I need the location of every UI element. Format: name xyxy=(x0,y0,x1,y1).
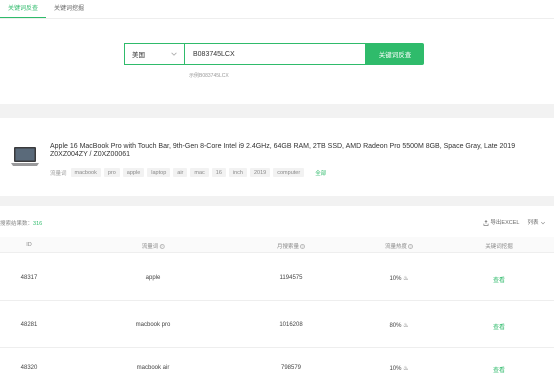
section-divider xyxy=(0,104,554,118)
tag-chip[interactable]: computer xyxy=(273,168,305,177)
col-keyword[interactable]: 流量词? xyxy=(142,242,165,250)
row-heat-value: 10% xyxy=(389,366,402,372)
tags-label: 流量词 xyxy=(50,170,67,177)
result-summary: 搜索结果数：316 xyxy=(0,219,42,227)
row-volume: 1016208 xyxy=(279,322,303,328)
row-keyword[interactable]: apple xyxy=(146,275,161,281)
table-tools: 导出EXCEL 列表 xyxy=(483,218,546,226)
view-link[interactable]: 查看 xyxy=(493,275,505,284)
chevron-down-icon xyxy=(171,52,177,56)
traffic-tags: 流量词 macbook pro apple laptop air mac 16 … xyxy=(50,168,326,177)
row-keyword[interactable]: macbook pro xyxy=(136,322,171,328)
tag-chip[interactable]: 2019 xyxy=(250,168,271,177)
col-heat[interactable]: 流量热度? xyxy=(384,242,414,250)
columns-label: 列表 xyxy=(527,220,539,226)
tab-keyword-mining[interactable]: 关键词挖掘 xyxy=(46,0,92,18)
laptop-icon xyxy=(11,147,39,166)
col-volume[interactable]: 月搜索量? xyxy=(276,242,306,250)
row-volume: 798579 xyxy=(280,365,302,371)
country-select[interactable]: 美国 xyxy=(124,43,184,65)
help-icon[interactable]: ? xyxy=(300,244,306,250)
view-link[interactable]: 查看 xyxy=(493,365,505,374)
flame-icon: ♨ xyxy=(403,323,409,329)
table-header: ID 流量词? 月搜索量? 流量热度? 关键词挖掘 xyxy=(0,237,554,253)
col-heat-label: 流量热度 xyxy=(384,244,408,250)
tag-chip[interactable]: mac xyxy=(190,168,209,177)
row-heat-value: 10% xyxy=(389,276,402,282)
tab-bar: 关键词反查 关键词挖掘 xyxy=(0,0,92,18)
table-row: 48281 macbook pro 1016208 80% ♨ 查看 xyxy=(0,301,554,348)
export-icon xyxy=(483,219,489,226)
tag-chip[interactable]: inch xyxy=(228,168,247,177)
row-id: 48281 xyxy=(20,322,38,328)
col-id[interactable]: ID xyxy=(26,242,32,248)
help-icon[interactable]: ? xyxy=(159,244,165,250)
tag-chip[interactable]: macbook xyxy=(70,168,101,177)
tabs-divider xyxy=(0,18,554,19)
tag-chip[interactable]: pro xyxy=(103,168,120,177)
keyword-reverse-button[interactable]: 关键词反查 xyxy=(366,43,424,65)
export-label: 导出EXCEL xyxy=(490,220,520,226)
col-trend[interactable]: 关键词挖掘 xyxy=(485,242,513,250)
table-row: 48320 macbook air 798579 10% ♨ 查看 xyxy=(0,348,554,391)
chevron-down-icon xyxy=(540,221,546,224)
tab-keyword-reverse[interactable]: 关键词反查 xyxy=(0,0,47,18)
summary-label: 搜索结果数： xyxy=(0,221,34,227)
row-id: 48320 xyxy=(20,365,38,371)
flame-icon: ♨ xyxy=(403,276,409,282)
country-select-value: 美国 xyxy=(132,52,145,59)
flame-icon: ♨ xyxy=(403,366,409,372)
row-heat: 10% ♨ xyxy=(389,365,408,372)
tag-chip[interactable]: air xyxy=(173,168,188,177)
product-title: Apple 16 MacBook Pro with Touch Bar, 9th… xyxy=(50,143,516,158)
columns-dropdown[interactable]: 列表 xyxy=(527,218,546,226)
tag-chip[interactable]: 16 xyxy=(211,168,226,177)
all-tags-link[interactable]: 全部 xyxy=(315,169,326,177)
search-bar: 美国 B083745LCX 关键词反查 xyxy=(124,43,424,65)
row-heat: 10% ♨ xyxy=(389,275,408,282)
row-id: 48317 xyxy=(20,275,38,281)
view-link[interactable]: 查看 xyxy=(493,322,505,331)
example-hint[interactable]: 示例B083745LCX xyxy=(189,72,229,79)
table-row: 48317 apple 1194575 10% ♨ 查看 xyxy=(0,254,554,301)
col-volume-label: 月搜索量 xyxy=(276,244,300,250)
help-icon[interactable]: ? xyxy=(408,244,414,250)
asin-input[interactable]: B083745LCX xyxy=(184,43,366,65)
row-keyword[interactable]: macbook air xyxy=(137,365,170,371)
col-keyword-label: 流量词 xyxy=(141,244,159,250)
tag-chip[interactable]: apple xyxy=(122,168,145,177)
row-heat: 80% ♨ xyxy=(389,322,408,329)
export-excel-button[interactable]: 导出EXCEL xyxy=(483,218,520,226)
tag-chip[interactable]: laptop xyxy=(147,168,171,177)
section-divider xyxy=(0,196,554,206)
row-volume: 1194575 xyxy=(279,275,303,281)
row-heat-value: 80% xyxy=(389,323,402,329)
result-count: 316 xyxy=(33,221,43,227)
